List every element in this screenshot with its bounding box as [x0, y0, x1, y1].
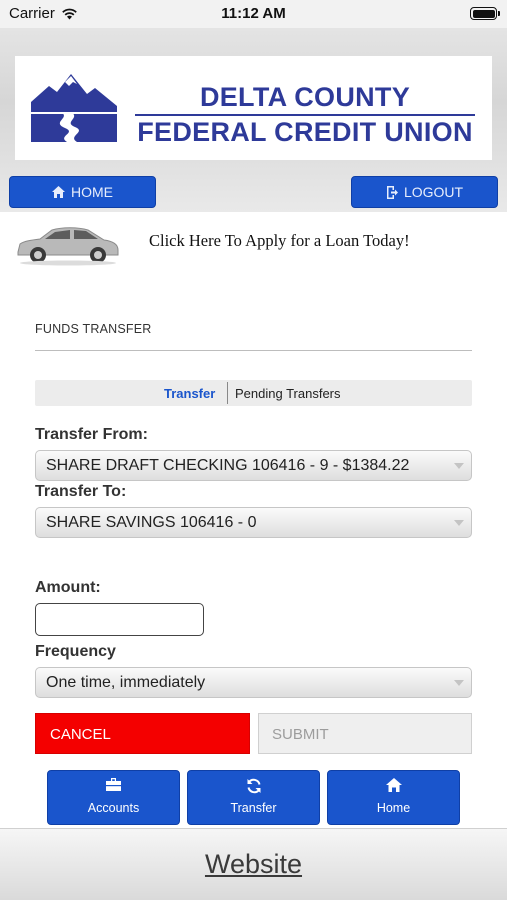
tab-transfer[interactable]: Transfer: [164, 386, 215, 401]
logo-title-line1: DELTA COUNTY: [199, 82, 411, 112]
submit-button[interactable]: SUBMIT: [258, 713, 472, 754]
transfer-from-label: Transfer From:: [35, 426, 148, 443]
home-icon: [385, 778, 402, 792]
dock-transfer-button[interactable]: Transfer: [187, 770, 320, 825]
dock-transfer-label: Transfer: [230, 801, 277, 815]
car-icon: [17, 227, 119, 266]
frequency-value: One time, immediately: [46, 674, 206, 691]
mountain-river-logo-icon: [31, 74, 117, 142]
dock-home-label: Home: [376, 801, 411, 815]
logout-button-label: LOGOUT: [403, 184, 464, 200]
transfer-to-select[interactable]: SHARE SAVINGS 106416 - 0: [35, 507, 472, 538]
home-button-label: HOME: [71, 184, 113, 200]
refresh-icon: [247, 778, 260, 794]
tab-divider: [227, 382, 228, 404]
chevron-down-icon: [447, 508, 471, 537]
cancel-button[interactable]: CANCEL: [35, 713, 250, 754]
logout-button[interactable]: LOGOUT: [351, 176, 498, 208]
website-link[interactable]: Website: [0, 849, 507, 880]
home-icon: [52, 186, 65, 198]
transfer-to-label: Transfer To:: [35, 483, 127, 500]
battery-icon: [470, 7, 500, 20]
logo-title-line2: FEDERAL CREDIT UNION: [137, 117, 473, 147]
dock-home-button[interactable]: Home: [327, 770, 460, 825]
clock: 11:12 AM: [221, 5, 286, 22]
loan-promo-text[interactable]: Click Here To Apply for a Loan Today!: [149, 231, 410, 251]
dock-accounts-button[interactable]: Accounts: [47, 770, 180, 825]
transfer-to-value: SHARE SAVINGS 106416 - 0: [46, 514, 257, 531]
page-title: FUNDS TRANSFER: [35, 322, 152, 336]
frequency-label: Frequency: [35, 643, 116, 660]
transfer-from-select[interactable]: SHARE DRAFT CHECKING 106416 - 9 - $1384.…: [35, 450, 472, 481]
amount-label: Amount:: [35, 579, 101, 596]
briefcase-icon: [106, 778, 121, 791]
logout-icon: [386, 185, 398, 199]
amount-input[interactable]: [35, 603, 204, 636]
transfer-tabs: Transfer Pending Transfers: [35, 380, 472, 406]
dock-accounts-label: Accounts: [87, 801, 140, 815]
chevron-down-icon: [447, 668, 471, 697]
footer-bar: Website: [0, 828, 507, 900]
frequency-select[interactable]: One time, immediately: [35, 667, 472, 698]
tab-pending-transfers[interactable]: Pending Transfers: [235, 386, 341, 401]
credit-union-logo: DELTA COUNTY FEDERAL CREDIT UNION: [15, 56, 492, 160]
loan-promo-banner[interactable]: Click Here To Apply for a Loan Today!: [0, 216, 507, 266]
chevron-down-icon: [447, 451, 471, 480]
logo-divider: [135, 114, 475, 116]
transfer-from-value: SHARE DRAFT CHECKING 106416 - 9 - $1384.…: [46, 457, 410, 474]
home-button[interactable]: HOME: [9, 176, 156, 208]
status-bar: Carrier 11:12 AM: [0, 0, 507, 28]
divider: [35, 350, 472, 351]
